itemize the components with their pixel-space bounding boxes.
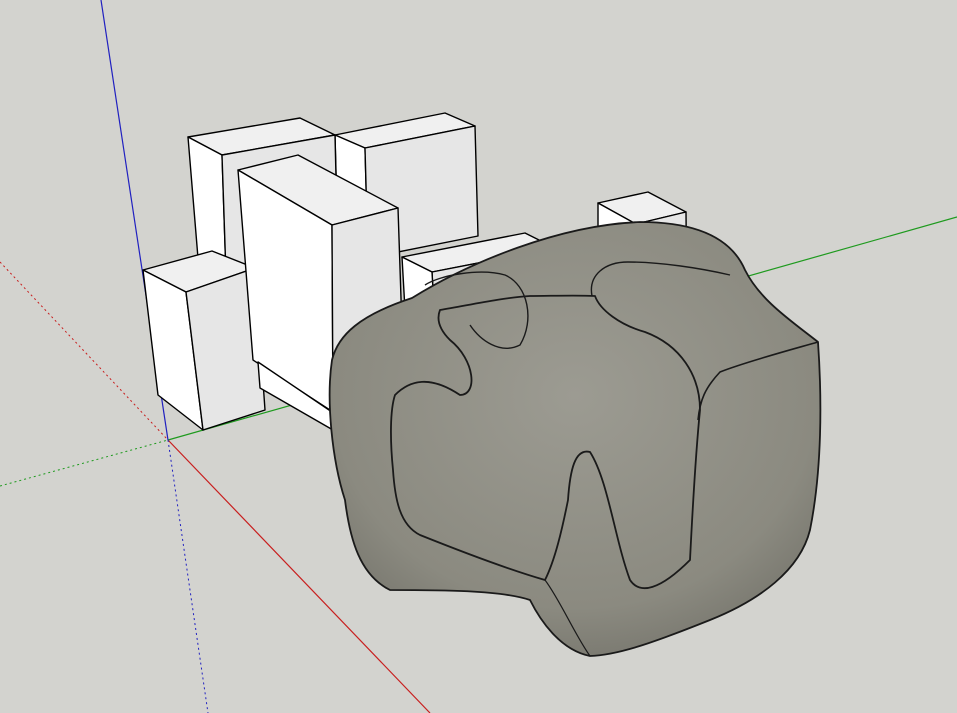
red-axis-dotted (0, 261, 169, 441)
3d-model-viewport[interactable] (0, 0, 957, 713)
3d-scene[interactable] (0, 0, 957, 713)
green-axis-dotted (0, 439, 169, 487)
blue-axis-dotted (167, 439, 209, 713)
